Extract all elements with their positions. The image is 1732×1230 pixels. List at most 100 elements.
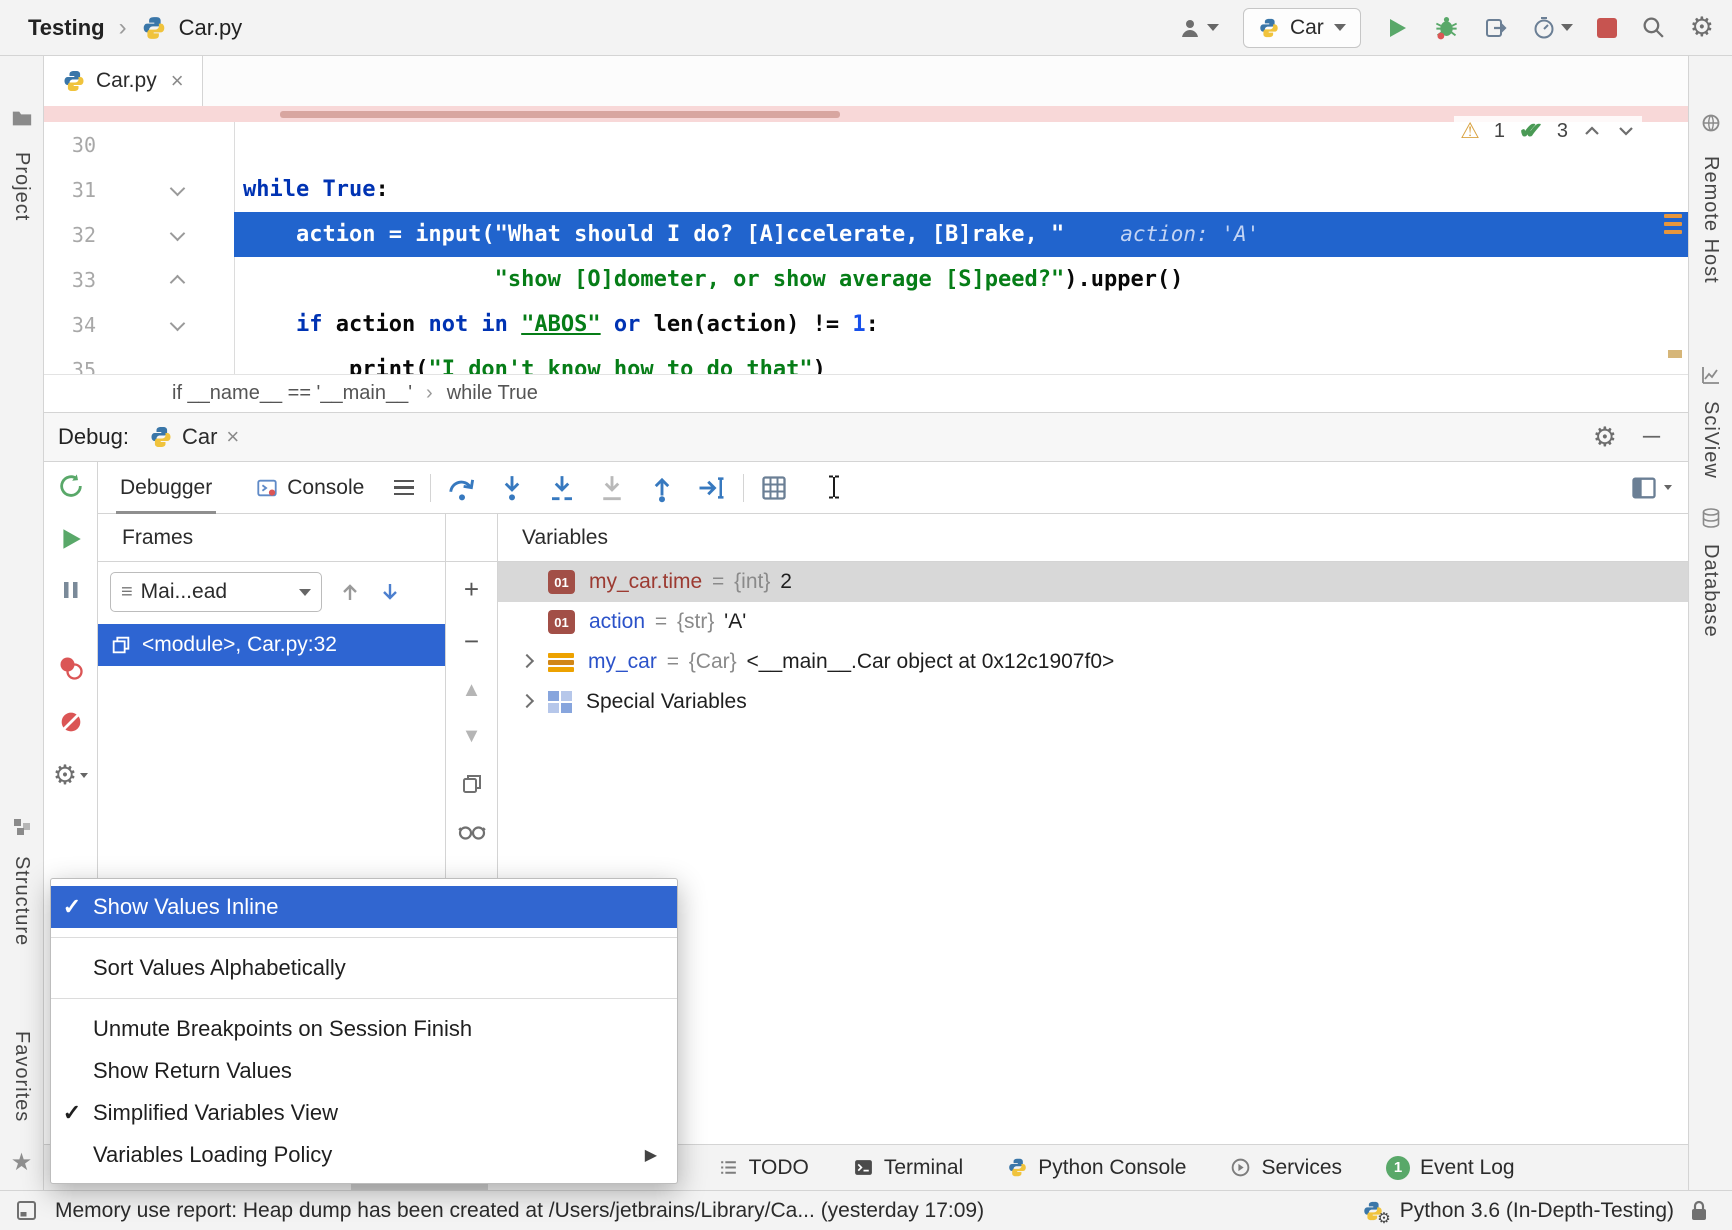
variable-row-action[interactable]: 01action = {str} 'A' [498, 602, 1688, 642]
mute-breakpoints-button[interactable] [57, 708, 85, 736]
tab-console[interactable]: Console [242, 462, 378, 514]
expand-chevron-icon[interactable] [516, 692, 542, 712]
variable-row-special-variables[interactable]: Special Variables [498, 682, 1688, 722]
expand-chevron-icon[interactable] [516, 652, 542, 672]
code-line-33[interactable]: 33 "show [O]dometer, or show average [S]… [44, 257, 1688, 302]
layout-options-icon[interactable] [394, 480, 414, 496]
tool-stripe-remote-host[interactable]: Remote Host [1699, 156, 1722, 284]
frame-row[interactable]: <module>, Car.py:32 [98, 624, 445, 666]
sciview-icon[interactable] [1702, 366, 1720, 384]
stop-button[interactable] [1597, 18, 1617, 38]
code-line-35[interactable]: 35 print("I don't know how to do that") [44, 347, 1688, 374]
fold-marker-icon[interactable] [96, 302, 234, 347]
tool-stripe-database[interactable]: Database [1699, 544, 1722, 638]
step-into-button[interactable] [497, 473, 527, 503]
tool-window-tab-todo[interactable]: TODO [696, 1145, 831, 1190]
coverage-button[interactable] [1484, 16, 1508, 40]
tool-window-tab-event-log[interactable]: 1Event Log [1364, 1145, 1537, 1190]
run-button[interactable] [1385, 16, 1409, 40]
menu-item-show-return-values[interactable]: Show Return Values [51, 1050, 677, 1092]
run-config-select[interactable]: Car [1243, 8, 1361, 48]
tab-car-py[interactable]: Car.py × [44, 56, 203, 106]
tab-debugger[interactable]: Debugger [106, 462, 226, 514]
restore-layout-button[interactable] [1630, 474, 1672, 502]
duplicate-button[interactable] [460, 772, 484, 796]
fold-marker-icon[interactable] [96, 167, 234, 212]
view-breakpoints-button[interactable] [57, 654, 85, 682]
search-everywhere-button[interactable] [1641, 15, 1666, 40]
rerun-button[interactable] [57, 472, 85, 500]
resume-button[interactable] [58, 526, 84, 552]
run-to-cursor-button[interactable] [697, 473, 727, 503]
remove-watch-button[interactable]: − [464, 628, 479, 654]
next-problem-chevron-icon[interactable] [1616, 121, 1636, 141]
force-step-into-button[interactable] [597, 473, 627, 503]
toolbar-separator [743, 474, 744, 502]
profiler-button[interactable] [1532, 16, 1573, 40]
variable-row-my-car-time[interactable]: 01my_car.time = {int} 2 [498, 562, 1688, 602]
breadcrumb-item[interactable]: if __name__ == '__main__' [172, 382, 412, 405]
code-editor[interactable]: 3031while True:32 action = input("What s… [44, 106, 1688, 374]
special-variables-icon [548, 691, 572, 713]
tool-window-tab-services[interactable]: Services [1208, 1145, 1364, 1190]
favorites-star-icon[interactable]: ★ [11, 1148, 33, 1177]
debug-panel-settings-icon[interactable]: ⚙ [1593, 424, 1617, 451]
interpreter-label[interactable]: Python 3.6 (In-Depth-Testing) [1400, 1199, 1674, 1223]
code-line-31[interactable]: 31while True: [44, 167, 1688, 212]
pause-button[interactable] [59, 578, 83, 602]
structure-icon[interactable] [13, 818, 31, 836]
gutter-space [96, 122, 234, 167]
status-message[interactable]: Memory use report: Heap dump has been cr… [55, 1199, 984, 1223]
python-icon [149, 425, 173, 449]
tool-window-switcher-icon[interactable] [16, 1200, 37, 1221]
frame-down-button[interactable] [378, 580, 402, 604]
file-breadcrumb[interactable]: Car.py [179, 15, 243, 41]
tool-window-tab-python-console[interactable]: Python Console [985, 1145, 1208, 1190]
menu-item-sort-values-alphabetically[interactable]: Sort Values Alphabetically [51, 947, 677, 989]
evaluate-grid-button[interactable] [760, 474, 788, 502]
database-icon[interactable] [1702, 508, 1720, 528]
session-tab-close-icon[interactable]: × [226, 424, 239, 450]
fold-marker-icon[interactable] [96, 257, 234, 302]
tool-stripe-structure[interactable]: Structure [10, 856, 33, 946]
tool-window-tab-terminal[interactable]: Terminal [831, 1145, 985, 1190]
prev-problem-chevron-icon[interactable] [1582, 121, 1602, 141]
session-tab-label: Car [182, 424, 217, 450]
editor-error-stripe[interactable] [1662, 106, 1684, 374]
debug-button[interactable] [1433, 14, 1460, 41]
debug-session-tab[interactable]: Car × [149, 424, 239, 450]
breadcrumb-item[interactable]: while True [447, 382, 538, 405]
debugger-settings-button[interactable]: ⚙ [53, 762, 88, 789]
tab-close-icon[interactable]: × [167, 68, 184, 94]
step-into-my-code-button[interactable] [547, 473, 577, 503]
show-watches-icon[interactable] [458, 822, 486, 842]
frame-up-button[interactable] [338, 580, 362, 604]
code-line-34[interactable]: 34 if action not in "ABOS" or len(action… [44, 302, 1688, 347]
menu-item-simplified-variables-view[interactable]: ✓Simplified Variables View [51, 1092, 677, 1134]
remote-host-icon[interactable] [1702, 114, 1720, 132]
inspection-widget[interactable]: ⚠ 1 ✔✔ 3 [1454, 116, 1642, 146]
step-over-button[interactable] [447, 473, 477, 503]
variable-row-my-car[interactable]: my_car = {Car} <__main__.Car object at 0… [498, 642, 1688, 682]
code-line-30[interactable]: 30 [44, 122, 1688, 167]
thread-dropdown[interactable]: ≡ Mai...ead [110, 572, 322, 612]
project-folder-icon[interactable] [11, 108, 33, 128]
tool-stripe-sciview[interactable]: SciView [1699, 401, 1722, 479]
move-up-button[interactable]: ▲ [462, 680, 482, 700]
dropdown-caret-icon [1334, 24, 1346, 31]
move-down-button[interactable]: ▼ [462, 726, 482, 746]
step-out-button[interactable] [647, 473, 677, 503]
user-dropdown[interactable] [1178, 16, 1219, 40]
tool-stripe-favorites[interactable]: Favorites [10, 1031, 33, 1122]
add-watch-button[interactable]: + [464, 576, 479, 602]
project-breadcrumb[interactable]: Testing [28, 15, 105, 41]
fold-marker-icon[interactable] [96, 212, 234, 257]
debug-panel-header: Debug: Car × ⚙ ─ [44, 412, 1688, 462]
menu-item-variables-loading-policy[interactable]: Variables Loading Policy▶ [51, 1134, 677, 1176]
tool-stripe-project[interactable]: Project [10, 152, 33, 221]
hide-panel-icon[interactable]: ─ [1643, 423, 1660, 451]
settings-gear-button[interactable]: ⚙ [1690, 14, 1714, 41]
menu-item-unmute-breakpoints-on-session-finish[interactable]: Unmute Breakpoints on Session Finish [51, 1008, 677, 1050]
menu-item-show-values-inline[interactable]: ✓Show Values Inline [51, 886, 677, 928]
code-line-32[interactable]: 32 action = input("What should I do? [A]… [44, 212, 1688, 257]
